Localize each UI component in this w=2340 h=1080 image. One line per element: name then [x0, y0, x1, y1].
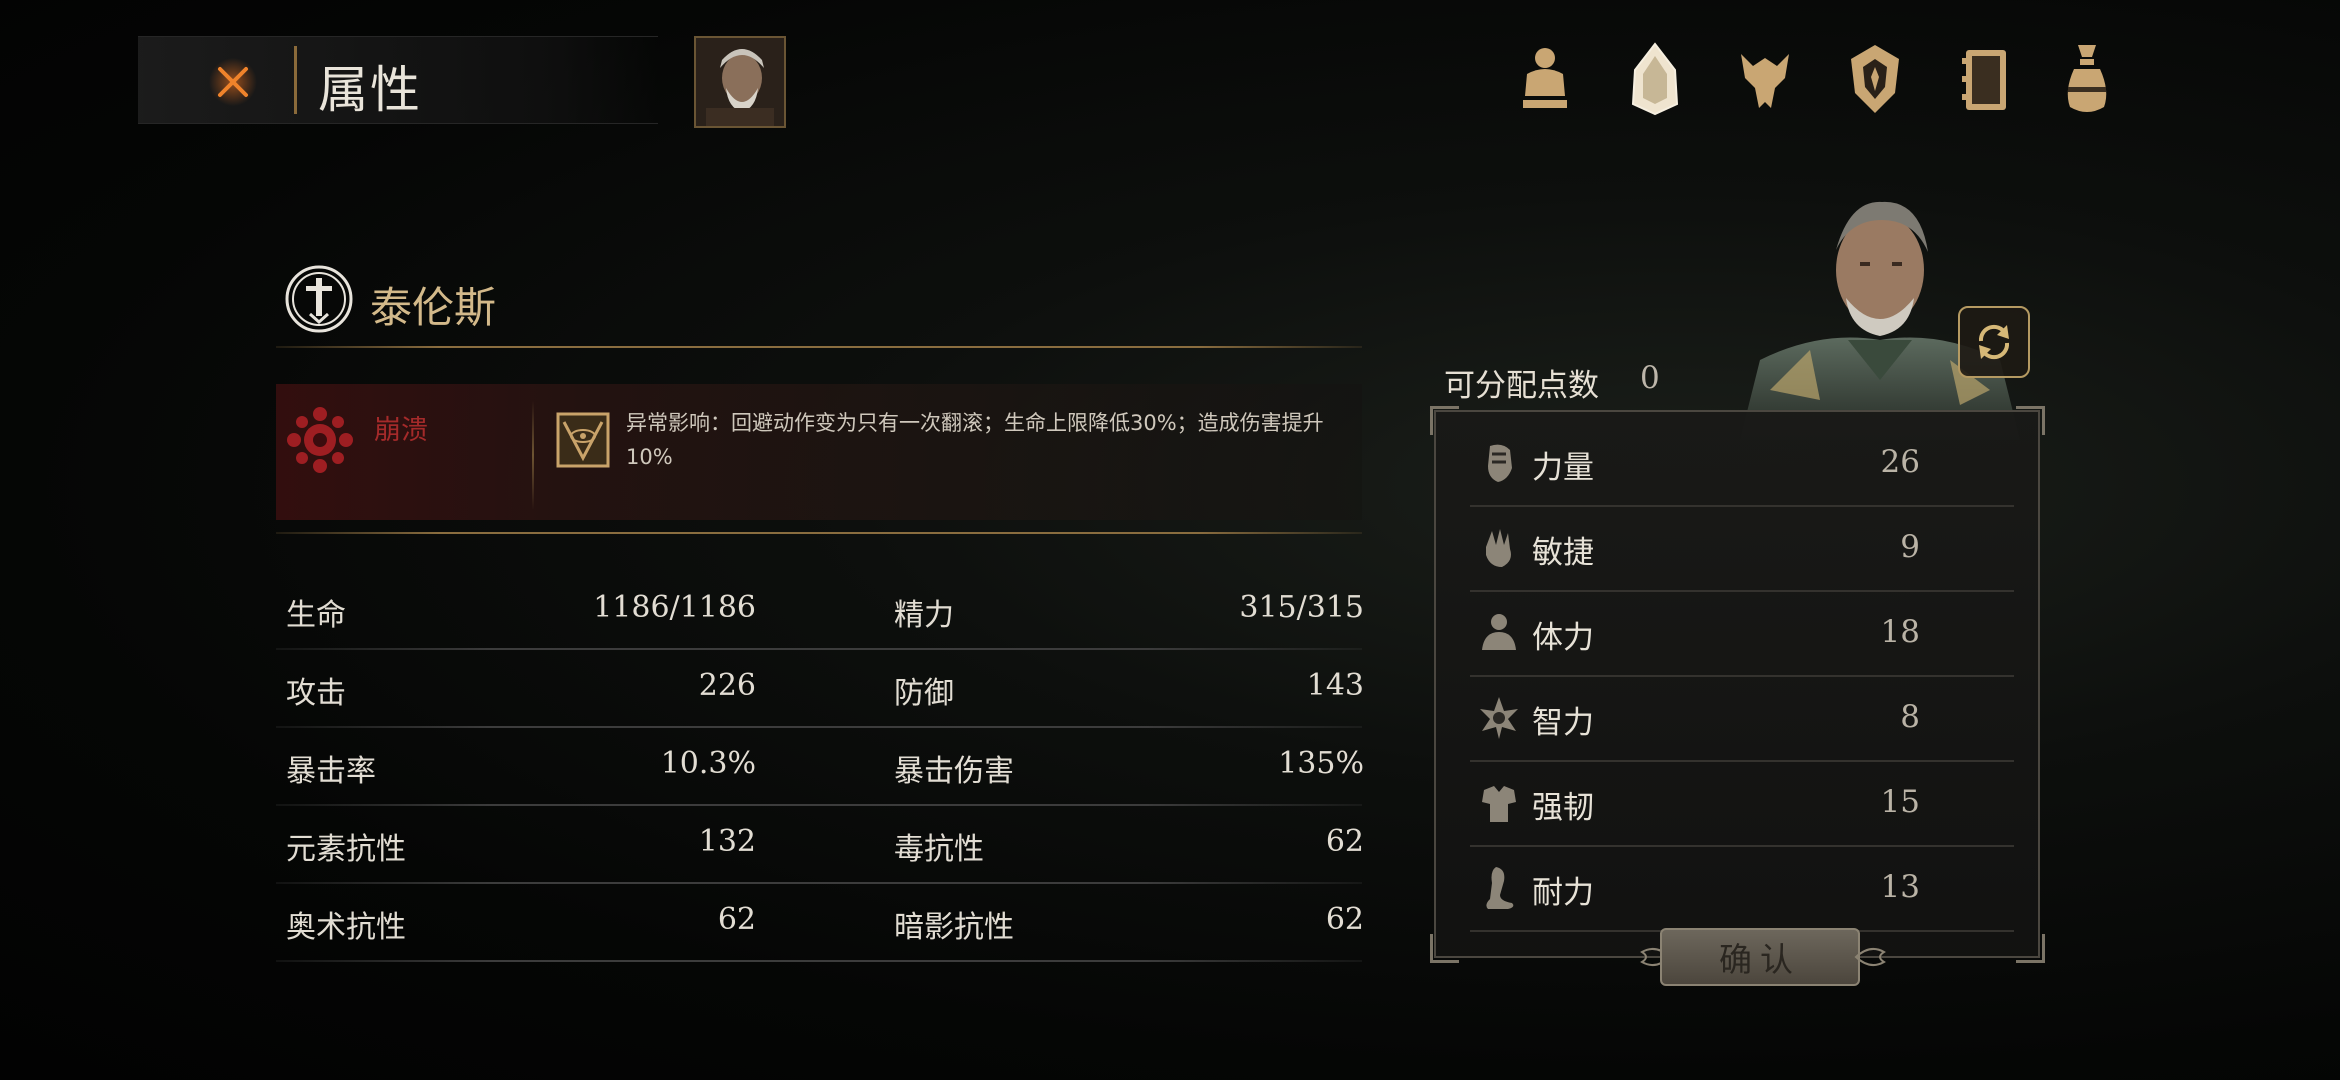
armor-icon [1482, 786, 1516, 822]
stat-value: 62 [1325, 902, 1364, 937]
status-effect-badge [282, 402, 358, 478]
hand-icon [1486, 529, 1511, 567]
available-points-value: 0 [1640, 360, 1660, 396]
stat-value: 10.3% [660, 746, 756, 781]
available-points-label: 可分配点数 [1444, 368, 1599, 404]
fist-icon [1488, 444, 1512, 482]
nav-bag-button[interactable] [2050, 38, 2124, 120]
attribute-value: 8 [1900, 699, 1920, 735]
ornament-icon [1854, 947, 1886, 967]
character-icon [1523, 48, 1567, 108]
attribute-label: 强韧 [1532, 790, 1594, 826]
reset-attributes-button[interactable] [1958, 306, 2030, 378]
attribute-row: 耐力 13 [1470, 847, 2014, 932]
stat-row: 暴击率 10.3% 暴击伤害 135% [276, 728, 1364, 806]
nav-character-button[interactable] [1508, 38, 1582, 120]
stat-label: 暗影抗性 [894, 910, 1014, 945]
stat-label: 防御 [894, 676, 954, 711]
stat-value: 135% [1278, 746, 1364, 781]
title-divider [294, 46, 297, 114]
stat-label: 暴击率 [286, 754, 376, 789]
stat-value: 62 [1325, 824, 1364, 859]
stat-value: 226 [698, 668, 756, 703]
nav-beast-button[interactable] [1728, 38, 1802, 120]
stat-row: 生命 1186/1186 精力 315/315 [276, 572, 1364, 650]
stat-label: 奥术抗性 [286, 910, 406, 945]
refresh-icon [1978, 324, 2010, 360]
row-divider [276, 960, 1362, 962]
status-effect-description: 异常影响：回避动作变为只有一次翻滚；生命上限降低30%；造成伤害提升10% [626, 411, 1324, 469]
attribute-value: 18 [1880, 614, 1920, 650]
attribute-value: 13 [1880, 869, 1920, 905]
panel-corner [1430, 406, 1459, 435]
attribute-label: 智力 [1532, 705, 1594, 741]
stat-label: 攻击 [286, 676, 346, 711]
character-name: 泰伦斯 [370, 283, 497, 332]
stat-label: 毒抗性 [894, 832, 984, 867]
stat-value: 132 [698, 824, 756, 859]
attribute-value: 9 [1900, 529, 1920, 565]
stat-row: 元素抗性 132 毒抗性 62 [276, 806, 1364, 884]
mind-icon [1480, 697, 1518, 739]
name-divider [276, 346, 1362, 348]
status-effect-name: 崩溃 [374, 415, 428, 446]
panel-corner [2016, 934, 2045, 963]
stat-label: 元素抗性 [286, 832, 406, 867]
body-icon [1482, 614, 1516, 650]
sword-emblem-icon [285, 265, 353, 333]
class-badge [284, 264, 354, 334]
stat-label: 精力 [894, 598, 954, 633]
helmet-icon [1631, 42, 1679, 116]
crest-icon [1851, 45, 1899, 113]
close-x-icon [209, 58, 257, 106]
stat-label: 生命 [286, 598, 346, 633]
attribute-label: 力量 [1532, 450, 1594, 486]
nav-equipment-button[interactable] [1618, 38, 1692, 120]
attribute-value: 26 [1880, 444, 1920, 480]
stat-value: 1186/1186 [593, 590, 756, 625]
panel-corner [2016, 406, 2045, 435]
stat-value: 62 [717, 902, 756, 937]
leg-icon [1486, 867, 1514, 909]
portrait-avatar [696, 38, 784, 126]
stat-row: 攻击 226 防御 143 [276, 650, 1364, 728]
bag-icon [2067, 45, 2107, 112]
eye-sigil-icon [556, 412, 610, 468]
stat-row: 奥术抗性 62 暗影抗性 62 [276, 884, 1364, 962]
confirm-right-ornament [1854, 940, 1890, 974]
page-title: 属性 [318, 61, 422, 119]
attribute-row: 强韧 15 [1470, 762, 2014, 847]
nav-journal-button[interactable] [1948, 38, 2022, 120]
close-button[interactable] [200, 52, 266, 112]
attribute-row: 力量 26 [1470, 422, 2014, 507]
attribute-row: 体力 18 [1470, 592, 2014, 677]
stat-label: 暴击伤害 [894, 754, 1014, 789]
stat-value: 315/315 [1239, 590, 1364, 625]
status-divider [276, 532, 1362, 534]
panel-corner [1430, 934, 1459, 963]
journal-icon [1962, 50, 2006, 110]
stat-value: 143 [1306, 668, 1364, 703]
attribute-value: 15 [1880, 784, 1920, 820]
beast-icon [1741, 54, 1789, 108]
status-detail-badge [556, 412, 610, 468]
attribute-row: 智力 8 [1470, 677, 2014, 762]
confirm-button[interactable]: 确认 [1660, 928, 1860, 986]
character-portrait-button[interactable] [694, 36, 786, 128]
attribute-label: 敏捷 [1532, 535, 1594, 571]
nav-crest-button[interactable] [1838, 38, 1912, 120]
attribute-row: 敏捷 9 [1470, 507, 2014, 592]
status-separator [532, 400, 534, 510]
attribute-label: 体力 [1532, 620, 1594, 656]
attribute-label: 耐力 [1532, 875, 1594, 911]
collapse-status-icon [287, 407, 353, 473]
